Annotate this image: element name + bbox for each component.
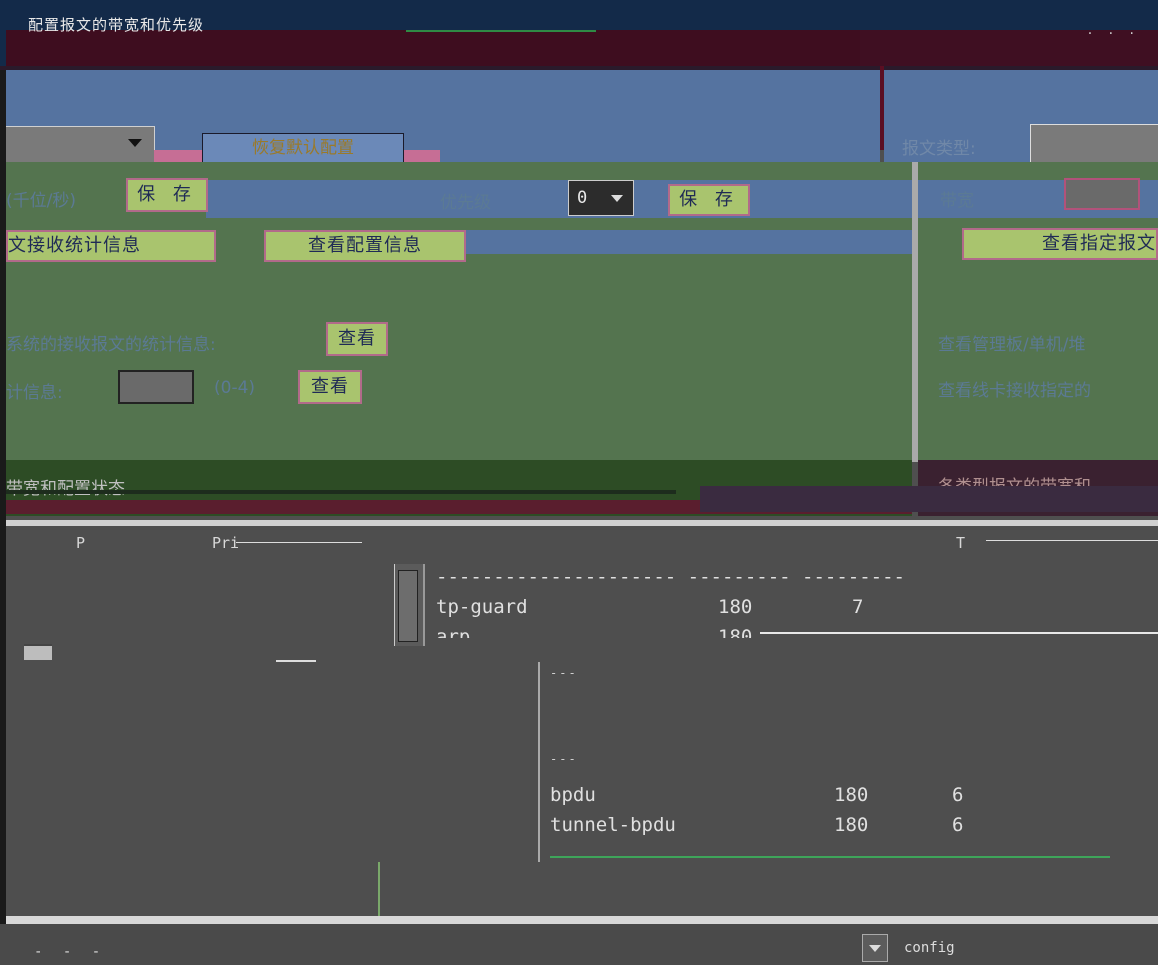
rate-unit-label: (千位/秒) bbox=[6, 191, 76, 211]
window-icon[interactable] bbox=[24, 644, 52, 660]
render-artifact-line bbox=[550, 856, 1110, 858]
view-recv-stats-button[interactable]: 查看 bbox=[326, 322, 388, 356]
render-noise: --- bbox=[550, 666, 578, 680]
table-separator: --------------------- --------- --------… bbox=[436, 566, 905, 588]
render-artifact bbox=[6, 490, 676, 494]
table-row-priority: 6 bbox=[952, 784, 964, 806]
right-rate-input[interactable] bbox=[1064, 178, 1140, 210]
title-accent-line bbox=[406, 30, 596, 32]
status-dots: - - - bbox=[34, 944, 107, 960]
status-divider bbox=[6, 916, 1158, 924]
view-linecard-stats-button[interactable]: 查看 bbox=[298, 370, 362, 404]
column-header: P bbox=[76, 534, 86, 552]
render-artifact-line bbox=[378, 862, 380, 916]
scrollbar-thumb[interactable] bbox=[398, 570, 418, 642]
table-row-priority: 6 bbox=[952, 814, 964, 836]
status-text: config bbox=[904, 940, 955, 956]
action-row-band bbox=[466, 230, 912, 254]
packet-type-label: 报文类型: bbox=[902, 139, 976, 159]
status-bar bbox=[0, 924, 1158, 965]
linecard-slot-input[interactable] bbox=[118, 370, 194, 404]
render-artifact bbox=[700, 486, 1158, 512]
view-config-button[interactable]: 查看配置信息 bbox=[264, 230, 466, 262]
section-title: 带宽和配置状态 bbox=[6, 479, 125, 499]
render-artifact-line bbox=[760, 632, 1158, 634]
panel-divider bbox=[880, 66, 884, 150]
column-header: T bbox=[956, 534, 966, 552]
chevron-down-icon bbox=[611, 195, 623, 202]
terminal-header-bar bbox=[6, 520, 1158, 526]
table-row-name: tunnel-bpdu bbox=[550, 814, 676, 836]
table-row-bandwidth: 180 bbox=[718, 596, 753, 618]
table-row-name: bpdu bbox=[550, 784, 596, 806]
table-row-name: arp bbox=[436, 626, 471, 638]
linecard-stats-label: 计信息: bbox=[6, 383, 63, 403]
config-row-band bbox=[206, 180, 912, 218]
table-row-bandwidth: 180 bbox=[834, 814, 869, 836]
right-info-line-2: 查看线卡接收指定的 bbox=[938, 381, 1091, 401]
right-info-line-1: 查看管理板/单机/堆 bbox=[938, 335, 1086, 355]
restore-default-button[interactable]: 恢复默认配置 bbox=[202, 133, 404, 163]
table-row-name: tp-guard bbox=[436, 596, 528, 618]
title-bar: 配置报文的带宽和优先级 · · · bbox=[0, 0, 1158, 70]
app-window: 配置报文的带宽和优先级 · · · 恢复默认配置 报文类型: (千位/秒) 保 … bbox=[0, 0, 1158, 965]
recv-stats-label: 系统的接收报文的统计信息: bbox=[6, 335, 216, 355]
output-window-border bbox=[538, 662, 540, 862]
table-row-bandwidth: 180 bbox=[834, 784, 869, 806]
slot-range-label: (0-4) bbox=[214, 378, 256, 398]
window-controls[interactable]: · · · bbox=[1088, 26, 1140, 42]
save-rate-button[interactable]: 保 存 bbox=[126, 178, 208, 212]
priority-value: 0 bbox=[577, 188, 588, 208]
column-header: Pri bbox=[212, 534, 240, 552]
priority-label: 优先级 bbox=[440, 193, 491, 213]
table-row-priority: 7 bbox=[852, 596, 864, 618]
priority-select[interactable]: 0 bbox=[568, 180, 634, 216]
packet-type-select[interactable] bbox=[6, 126, 155, 164]
chevron-down-icon bbox=[869, 945, 881, 952]
title-band bbox=[6, 30, 906, 66]
panel-separator bbox=[912, 162, 918, 462]
header-underline bbox=[236, 542, 362, 543]
save-priority-button[interactable]: 保 存 bbox=[668, 184, 750, 216]
right-rate-label: 带宽 bbox=[940, 191, 974, 211]
table-row-bandwidth: 180 bbox=[718, 626, 753, 638]
window-title: 配置报文的带宽和优先级 bbox=[28, 16, 205, 34]
view-specified-button[interactable]: 查看指定报文 bbox=[962, 228, 1158, 260]
chevron-down-icon bbox=[128, 139, 142, 147]
scroll-down-button[interactable] bbox=[862, 934, 888, 962]
recv-stats-button[interactable]: 文接收统计信息 bbox=[6, 230, 216, 262]
header-underline bbox=[986, 540, 1158, 541]
right-type-select[interactable] bbox=[1030, 124, 1158, 164]
render-noise: --- bbox=[550, 752, 578, 766]
render-artifact-line bbox=[276, 660, 316, 662]
